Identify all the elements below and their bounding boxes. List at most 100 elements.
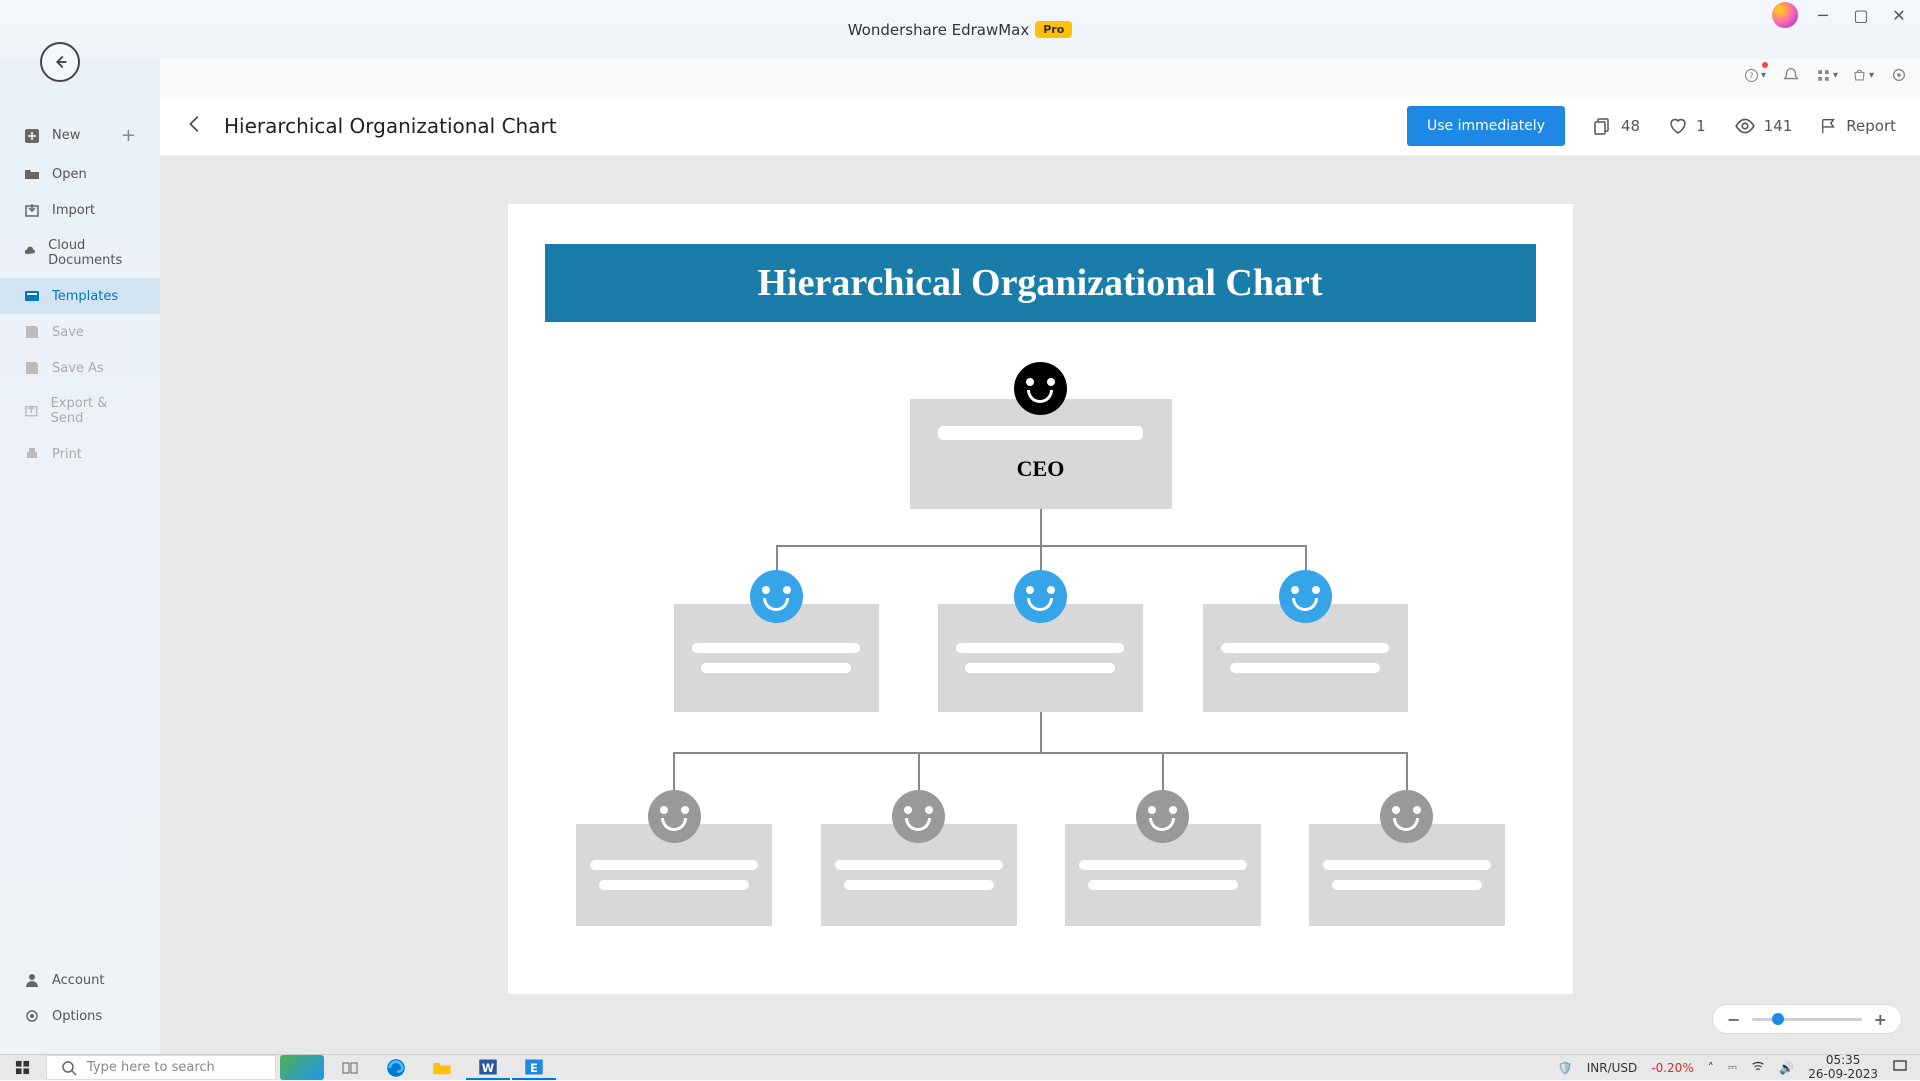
svg-text:?: ? <box>1749 70 1753 80</box>
save-label: Save <box>52 325 84 340</box>
tray-battery-icon[interactable]: ⎓ <box>1728 1060 1738 1075</box>
start-button[interactable] <box>0 1055 44 1080</box>
maximize-button[interactable]: ▢ <box>1848 2 1874 28</box>
ceo-node[interactable]: CEO <box>910 399 1172 509</box>
edge-icon[interactable] <box>374 1055 418 1080</box>
sidebar-account[interactable]: Account <box>0 962 160 998</box>
new-label: New <box>52 128 80 143</box>
user-avatar[interactable] <box>1772 2 1798 28</box>
save-icon <box>24 324 40 340</box>
currency-change[interactable]: -0.20% <box>1651 1061 1693 1075</box>
account-icon <box>24 972 40 988</box>
search-placeholder: Type here to search <box>87 1060 215 1075</box>
staff-face-icon <box>1380 790 1433 843</box>
likes-stat[interactable]: 1 <box>1668 116 1706 136</box>
templates-icon <box>24 288 40 304</box>
staff-face-icon <box>648 790 701 843</box>
word-icon[interactable]: W <box>466 1055 510 1080</box>
org-chart-canvas[interactable]: Hierarchical Organizational Chart CEO <box>508 204 1573 994</box>
currency-pair[interactable]: INR/USD <box>1587 1061 1638 1075</box>
tray-date: 26-09-2023 <box>1808 1068 1878 1081</box>
folder-icon <box>24 166 40 182</box>
toolbar-right: ?▾ ▾ ▾ <box>1744 64 1910 86</box>
cloud-label: Cloud Documents <box>48 238 136 268</box>
minimize-button[interactable]: ─ <box>1810 2 1836 28</box>
zoom-in-icon[interactable]: + <box>1874 1010 1887 1029</box>
titlebar: Wondershare EdrawMax Pro ─ ▢ ✕ <box>0 0 1920 59</box>
report-button[interactable]: Report <box>1820 117 1896 135</box>
help-icon[interactable]: ?▾ <box>1744 64 1766 86</box>
close-button[interactable]: ✕ <box>1886 2 1912 28</box>
svg-text:W: W <box>482 1062 495 1075</box>
tray-volume-icon[interactable]: 🔊 <box>1779 1061 1794 1075</box>
sidebar-open[interactable]: Open <box>0 156 160 192</box>
sidebar-templates[interactable]: Templates <box>0 278 160 314</box>
explorer-icon[interactable] <box>420 1055 464 1080</box>
weather-icon[interactable]: 🛡️ <box>1558 1061 1573 1075</box>
plus-square-icon <box>24 128 40 144</box>
shop-icon[interactable]: ▾ <box>1852 64 1874 86</box>
sidebar-options[interactable]: Options <box>0 998 160 1034</box>
sidebar-save: Save <box>0 314 160 350</box>
cortana-icon[interactable] <box>280 1055 324 1080</box>
page-title: Hierarchical Organizational Chart <box>224 114 557 138</box>
views-count: 141 <box>1764 117 1793 135</box>
connector <box>673 752 675 794</box>
taskview-icon[interactable] <box>328 1055 372 1080</box>
sidebar-print: Print <box>0 436 160 472</box>
sidebar: New + Open Import Cloud Documents Templa… <box>0 0 160 1054</box>
sidebar-cloud[interactable]: Cloud Documents <box>0 228 160 278</box>
staff-face-icon <box>892 790 945 843</box>
tray-time: 05:35 <box>1808 1054 1878 1067</box>
canvas-area: Hierarchical Organizational Chart CEO <box>160 156 1920 1054</box>
likes-count: 1 <box>1696 117 1706 135</box>
report-label: Report <box>1846 117 1896 135</box>
settings-icon[interactable] <box>1888 64 1910 86</box>
svg-text:E: E <box>530 1062 538 1075</box>
manager-face-icon <box>750 570 803 623</box>
tray-clock[interactable]: 05:35 26-09-2023 <box>1808 1054 1878 1080</box>
templates-label: Templates <box>52 289 118 304</box>
sidebar-export: Export & Send <box>0 386 160 436</box>
zoom-control[interactable]: − + <box>1712 1004 1902 1034</box>
apps-icon[interactable]: ▾ <box>1816 64 1838 86</box>
sidebar-saveas: Save As <box>0 350 160 386</box>
connector <box>918 752 920 794</box>
sidebar-new[interactable]: New + <box>0 115 160 156</box>
tray-wifi-icon[interactable] <box>1751 1059 1765 1076</box>
import-label: Import <box>52 203 95 218</box>
windows-taskbar: Type here to search W E 🛡️ INR/USD -0.20… <box>0 1054 1920 1080</box>
app-title: Wondershare EdrawMax <box>848 21 1030 39</box>
use-immediately-button[interactable]: Use immediately <box>1407 106 1565 146</box>
header-back-icon[interactable] <box>184 113 206 139</box>
print-icon <box>24 446 40 462</box>
edrawmax-icon[interactable]: E <box>512 1055 556 1080</box>
export-label: Export & Send <box>51 396 136 426</box>
search-icon <box>61 1060 77 1076</box>
copies-count: 48 <box>1621 117 1640 135</box>
connector <box>1040 509 1042 545</box>
export-icon <box>24 403 39 419</box>
connector <box>673 752 1408 754</box>
account-label: Account <box>52 973 105 988</box>
manager-face-icon <box>1014 570 1067 623</box>
saveas-label: Save As <box>52 361 104 376</box>
notification-icon[interactable] <box>1892 1058 1908 1077</box>
zoom-out-icon[interactable]: − <box>1727 1010 1740 1029</box>
open-label: Open <box>52 167 87 182</box>
views-stat: 141 <box>1734 115 1793 137</box>
options-label: Options <box>52 1009 102 1024</box>
tray-chevron-icon[interactable]: ˄ <box>1708 1061 1714 1075</box>
bell-icon[interactable] <box>1780 64 1802 86</box>
add-icon[interactable]: + <box>121 125 136 146</box>
taskbar-search[interactable]: Type here to search <box>46 1055 276 1080</box>
sidebar-import[interactable]: Import <box>0 192 160 228</box>
cloud-icon <box>24 245 36 261</box>
copies-stat[interactable]: 48 <box>1593 116 1640 136</box>
ceo-face-icon <box>1014 362 1067 415</box>
zoom-slider[interactable] <box>1752 1018 1861 1021</box>
print-label: Print <box>52 447 82 462</box>
manager-face-icon <box>1279 570 1332 623</box>
connector <box>1162 752 1164 794</box>
back-button[interactable] <box>40 42 80 82</box>
